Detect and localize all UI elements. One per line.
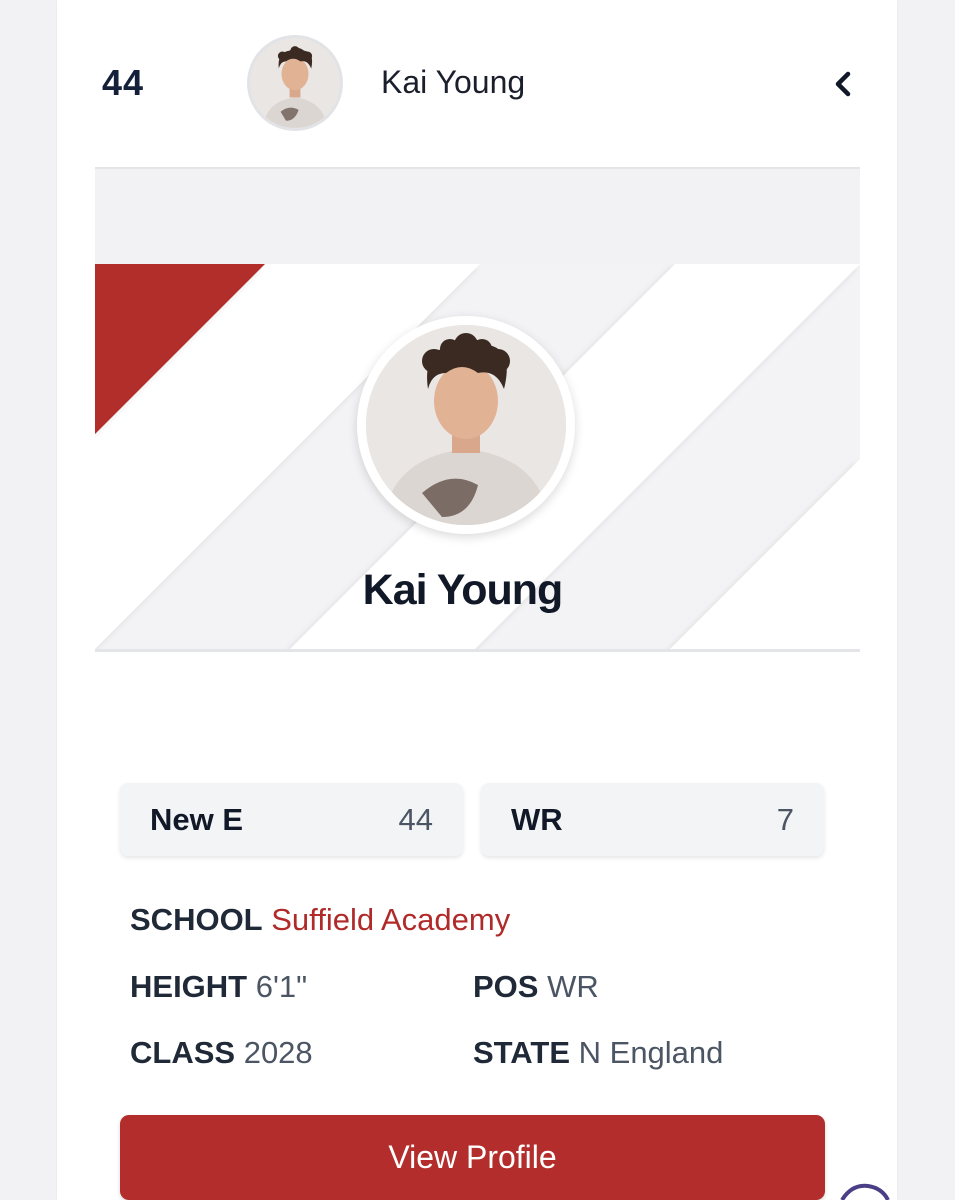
stat-pill-region: New E 44 xyxy=(120,783,463,856)
banner-player-name: Kai Young xyxy=(362,566,564,614)
detail-state: STATE N England xyxy=(473,1035,723,1071)
detail-class: CLASS 2028 xyxy=(130,1035,313,1071)
view-profile-button[interactable]: View Profile xyxy=(120,1115,825,1200)
detail-height: HEIGHT 6'1" xyxy=(130,969,307,1005)
stat-value: 7 xyxy=(776,801,794,837)
player-card: 44 Kai Young Kai Young New E 44 WR 7 SCH… xyxy=(57,0,897,1200)
chevron-left-icon xyxy=(835,71,851,97)
player-photo-icon xyxy=(366,325,566,525)
stat-pill-position: WR 7 xyxy=(481,783,824,856)
detail-label: SCHOOL xyxy=(130,902,263,937)
rank-number: 44 xyxy=(102,62,145,103)
detail-label: STATE xyxy=(473,1035,571,1070)
stat-label: New E xyxy=(150,801,244,837)
player-photo-icon xyxy=(250,38,340,128)
detail-position: POS WR xyxy=(473,969,599,1005)
stat-value: 44 xyxy=(398,801,433,837)
detail-value: 2028 xyxy=(243,1035,313,1070)
school-link[interactable]: Suffield Academy xyxy=(271,902,510,937)
detail-value: WR xyxy=(547,969,599,1004)
detail-value: 6'1" xyxy=(255,969,308,1004)
detail-label: POS xyxy=(473,969,539,1004)
detail-label: HEIGHT xyxy=(130,969,248,1004)
detail-school: SCHOOL Suffield Academy xyxy=(130,902,510,938)
player-avatar-small xyxy=(247,35,343,131)
detail-label: CLASS xyxy=(130,1035,236,1070)
profile-banner: Kai Young xyxy=(95,167,860,652)
detail-value: N England xyxy=(578,1035,724,1070)
partial-logo-icon xyxy=(840,1183,890,1200)
collapse-button[interactable] xyxy=(823,64,863,104)
player-avatar-large xyxy=(357,316,575,534)
stat-label: WR xyxy=(511,801,563,837)
header-player-name: Kai Young xyxy=(381,64,526,100)
